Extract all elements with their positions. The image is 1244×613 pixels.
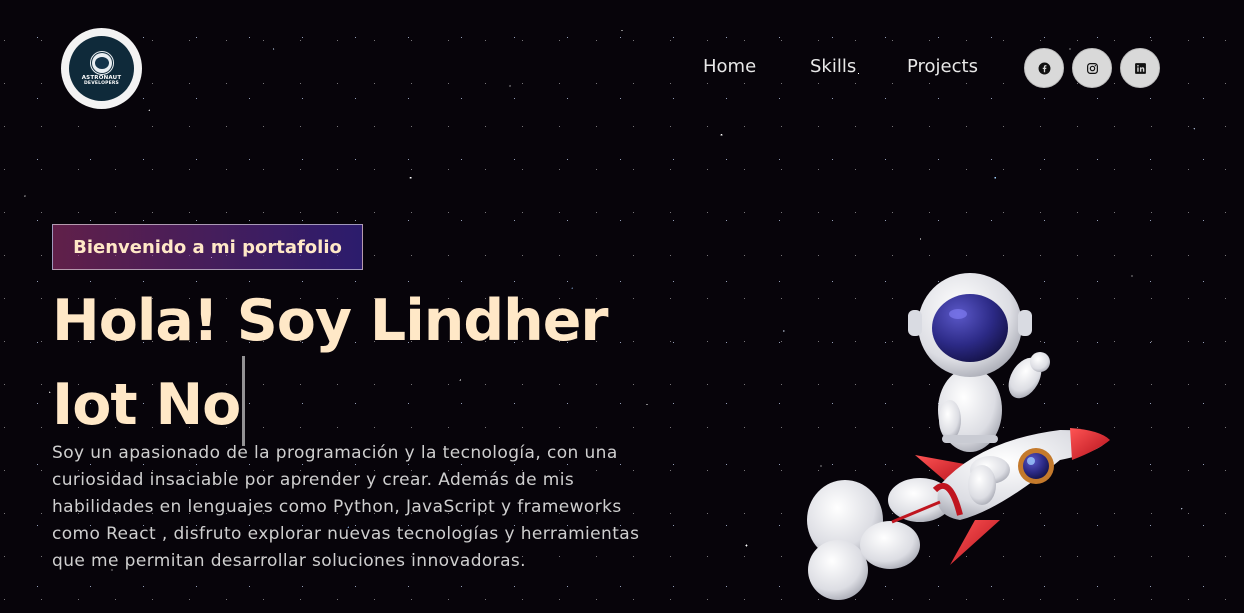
social-linkedin-button[interactable] xyxy=(1120,48,1160,88)
logo-badge: ASTRONAUT DEVELOPERS xyxy=(69,36,134,101)
astronaut-helmet-icon xyxy=(89,50,114,75)
linkedin-icon xyxy=(1134,62,1146,74)
social-facebook-button[interactable] xyxy=(1024,48,1064,88)
instagram-icon xyxy=(1086,62,1098,74)
hero-description: Soy un apasionado de la programación y l… xyxy=(52,443,640,571)
typing-cursor xyxy=(242,356,246,446)
hero-headline-text: Hola! Soy Lindher Iot No xyxy=(52,288,609,438)
nav-link-skills[interactable]: Skills xyxy=(810,56,856,77)
astronaut-rocket-illustration xyxy=(807,273,1110,600)
facebook-icon xyxy=(1038,62,1050,74)
hero-headline: Hola! Soy Lindher Iot No xyxy=(52,286,692,446)
logo-text-line2: DEVELOPERS xyxy=(84,80,119,86)
nav-link-home[interactable]: Home xyxy=(703,56,756,77)
nav-link-projects[interactable]: Projects xyxy=(907,56,978,77)
social-instagram-button[interactable] xyxy=(1072,48,1112,88)
logo[interactable]: ASTRONAUT DEVELOPERS xyxy=(61,28,142,109)
welcome-tagline-badge: Bienvenido a mi portafolio xyxy=(52,224,363,270)
